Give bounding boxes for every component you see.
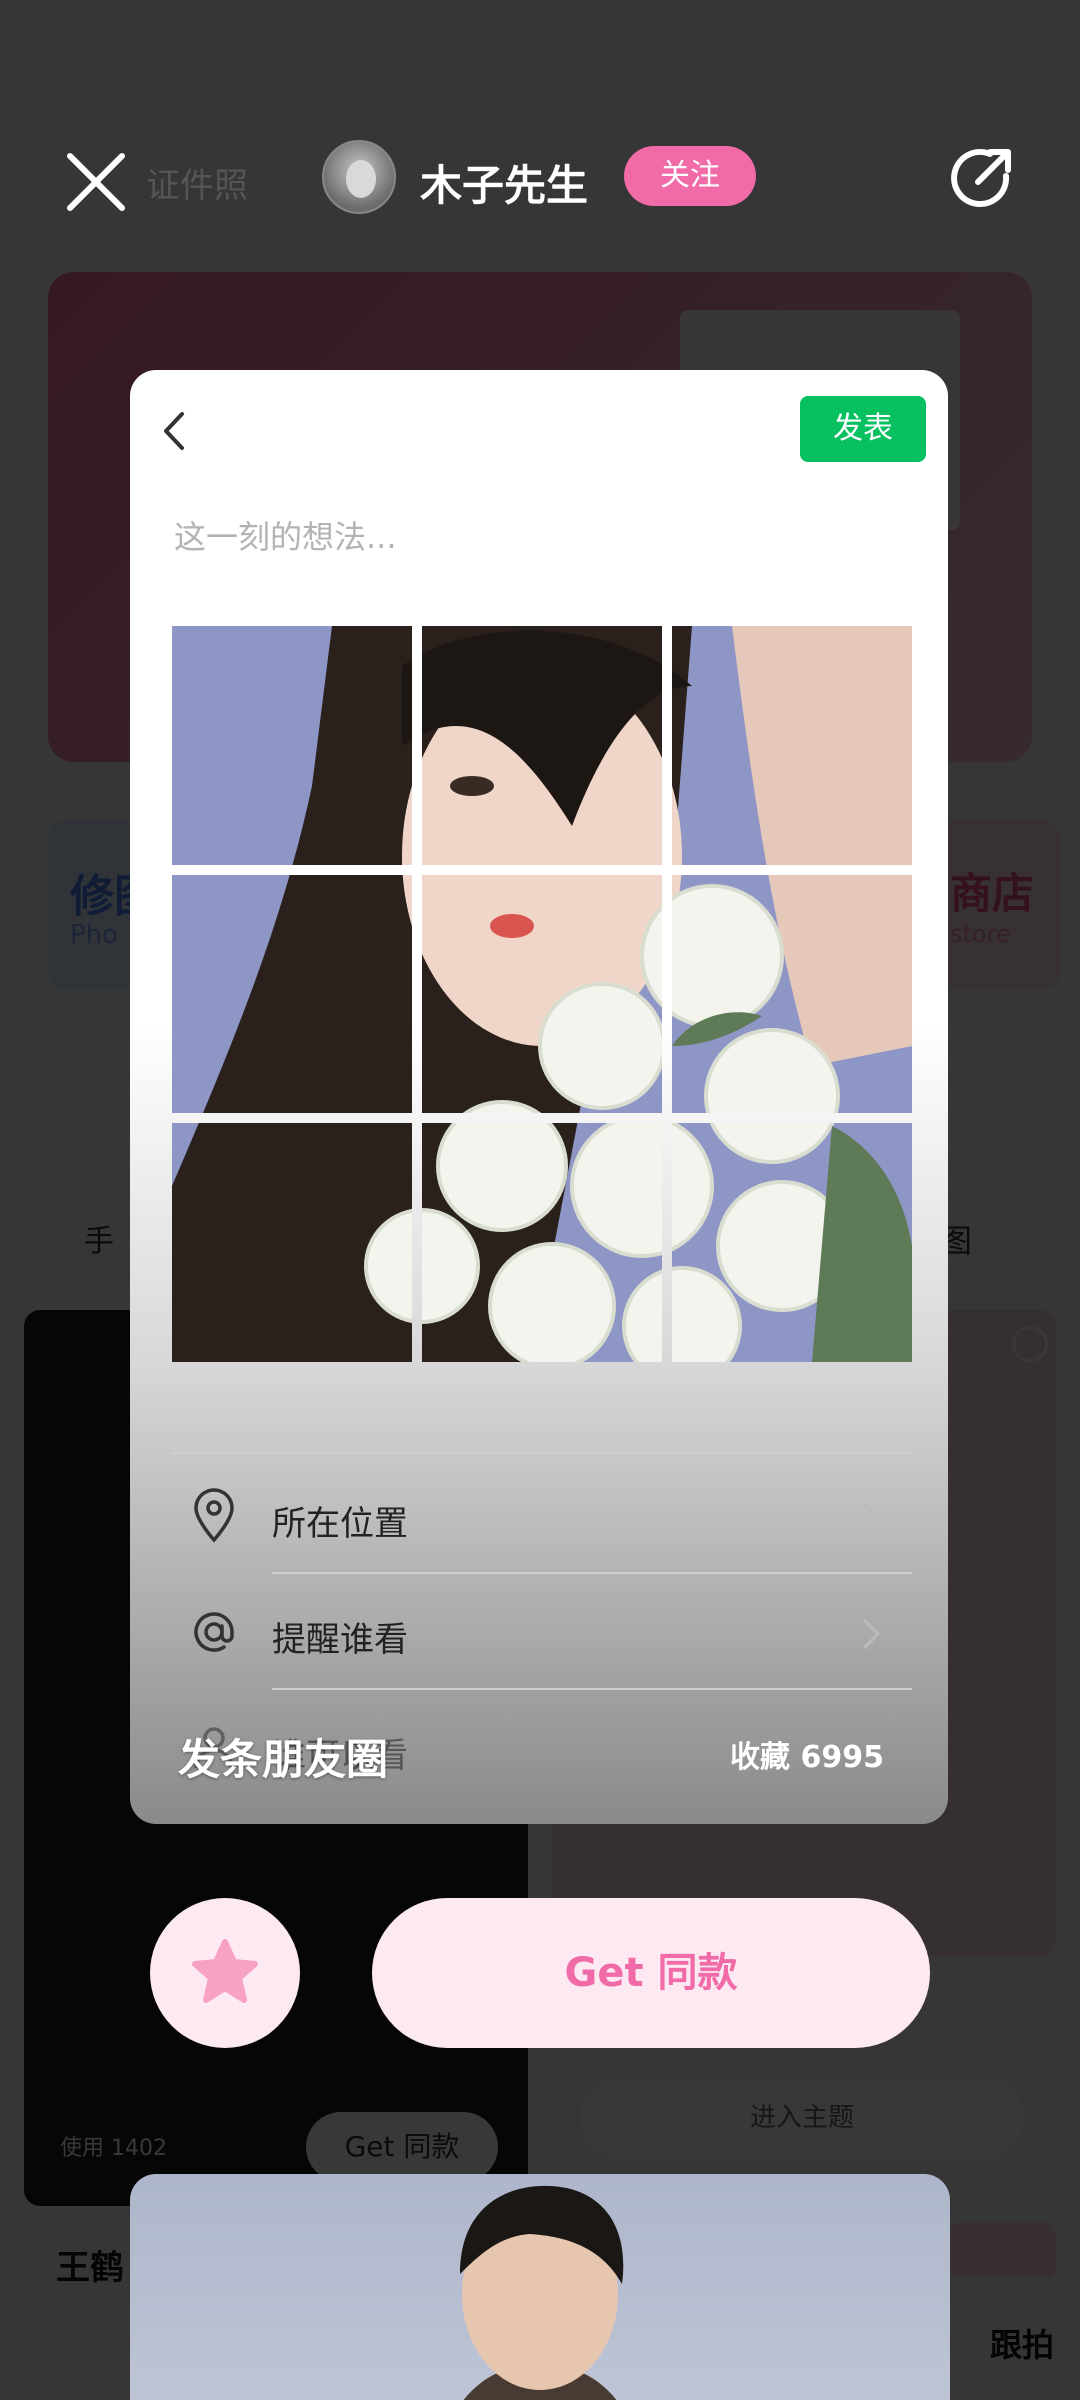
option-location: 所在位置	[172, 1462, 912, 1572]
option-mention: 提醒谁看	[172, 1578, 912, 1688]
feature-card-right-sub: store	[950, 920, 1011, 948]
more-icon	[1012, 1326, 1048, 1362]
favorite-count: 收藏 6995	[730, 1740, 884, 1775]
divider	[272, 1688, 912, 1690]
grid-cell	[172, 1123, 412, 1362]
template-preview: 发表 这一刻的想法... 所在位置 提醒谁看 谁可以看 发条朋友圈 收藏 699…	[130, 370, 948, 1824]
feed-follow-right: 跟拍	[990, 2326, 1055, 2364]
chevron-right-icon	[862, 1618, 881, 1650]
grid-cell	[422, 1123, 662, 1362]
grid-cell	[672, 1123, 912, 1362]
star-icon	[192, 1939, 258, 2003]
feed-author-left: 王鹤	[56, 2248, 124, 2288]
share-icon	[951, 149, 1011, 208]
divider	[272, 1572, 912, 1574]
author-name[interactable]: 木子先生	[420, 152, 588, 213]
publish-button: 发表	[800, 396, 926, 462]
use-count: 使用 1402	[60, 2136, 167, 2161]
divider	[172, 1452, 912, 1454]
post-text-placeholder: 这一刻的想法...	[174, 518, 397, 556]
portrait-image	[460, 2185, 624, 2400]
grid-cell	[172, 874, 412, 1114]
grid-cell	[672, 626, 912, 865]
feature-card-right-title: 商店	[950, 869, 1035, 918]
enter-theme-button: 进入主题	[580, 2078, 1024, 2158]
photo-grid	[172, 626, 912, 1362]
grid-cell	[172, 626, 412, 865]
chevron-right-icon	[862, 1502, 881, 1534]
get-same-button[interactable]: Get 同款	[372, 1898, 930, 2048]
favorite-button[interactable]	[150, 1898, 300, 2048]
next-template-card[interactable]	[130, 2174, 950, 2400]
close-icon	[67, 153, 125, 211]
feature-card-left-sub: Pho	[70, 920, 119, 950]
follow-button[interactable]: 关注	[624, 146, 756, 206]
chevron-left-icon	[164, 412, 184, 450]
close-button[interactable]	[62, 148, 130, 216]
feed-thumb-right	[950, 2222, 1056, 2278]
location-pin-icon	[194, 1488, 234, 1543]
section-row-left: 手	[84, 1224, 114, 1259]
avatar[interactable]	[322, 140, 396, 214]
template-title: 发条朋友圈	[178, 1735, 389, 1784]
option-label: 所在位置	[272, 1504, 408, 1544]
back-button	[150, 406, 200, 456]
at-sign-icon	[194, 1612, 234, 1652]
top-bar: 证件照 木子先生 关注	[0, 130, 1080, 230]
grid-cell	[422, 874, 662, 1114]
grid-cell	[422, 626, 662, 865]
share-button[interactable]	[944, 140, 1020, 216]
category-label: 证件照	[146, 166, 248, 206]
get-same-small-button: Get 同款	[306, 2112, 498, 2182]
grid-cell	[672, 874, 912, 1114]
option-label: 提醒谁看	[272, 1620, 408, 1660]
